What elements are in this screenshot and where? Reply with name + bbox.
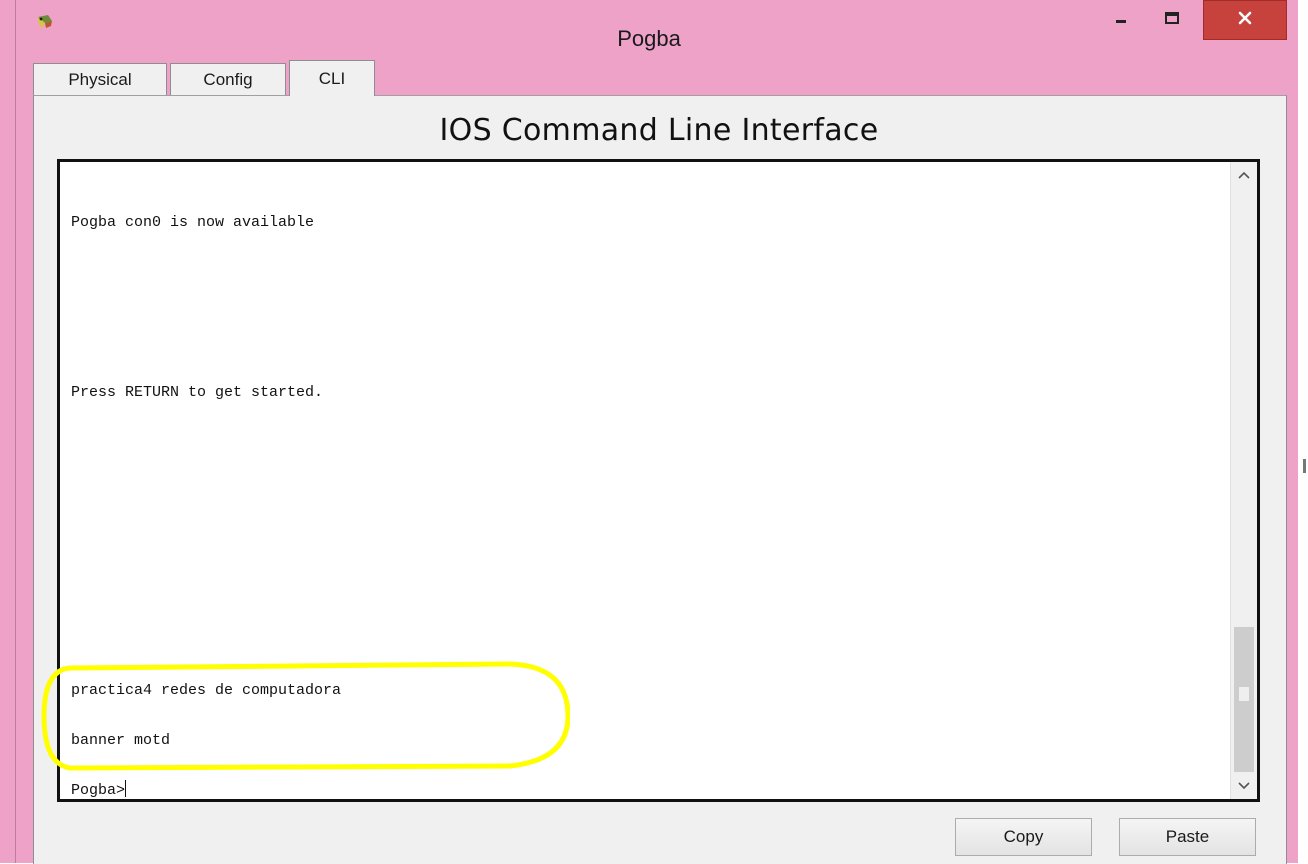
cli-heading: IOS Command Line Interface [439,113,879,148]
tab-cli[interactable]: CLI [289,60,375,96]
window-edge-tick [1303,459,1306,473]
tab-config[interactable]: Config [170,63,286,95]
cli-window: Pogba Physical Config CLI IOS Command Li… [0,0,1298,864]
maximize-icon [1164,11,1180,30]
chevron-up-icon [1238,166,1250,184]
chevron-down-icon [1238,777,1250,795]
minimize-icon [1114,11,1128,30]
scrollbar-grip-icon [1239,687,1249,701]
terminal-line-banner-command: banner motd [71,732,171,749]
terminal-prompt-line: Pogba> [71,780,127,799]
scrollbar-thumb[interactable] [1234,627,1254,772]
text-cursor [125,780,127,797]
scroll-down-button[interactable] [1231,773,1257,799]
terminal-line-banner-text: practica4 redes de computadora [71,682,342,699]
paste-button[interactable]: Paste [1119,818,1256,856]
tab-physical[interactable]: Physical [33,63,167,95]
copy-button[interactable]: Copy [955,818,1092,856]
scroll-up-button[interactable] [1231,162,1257,188]
maximize-button[interactable] [1141,0,1203,40]
terminal-line-status: Pogba con0 is now available [71,214,315,231]
window-left-border [0,0,16,863]
terminal-prompt: Pogba> [71,782,126,799]
minimize-button[interactable] [1101,0,1141,40]
terminal-scrollbar[interactable] [1230,162,1257,799]
title-bar[interactable]: Pogba [0,0,1298,60]
close-button[interactable] [1203,0,1287,40]
terminal-line-press-return: Press RETURN to get started. [71,384,324,401]
desktop-edge [1298,0,1308,863]
terminal-console[interactable]: Pogba con0 is now available Press RETURN… [57,159,1260,802]
close-icon [1238,11,1252,30]
